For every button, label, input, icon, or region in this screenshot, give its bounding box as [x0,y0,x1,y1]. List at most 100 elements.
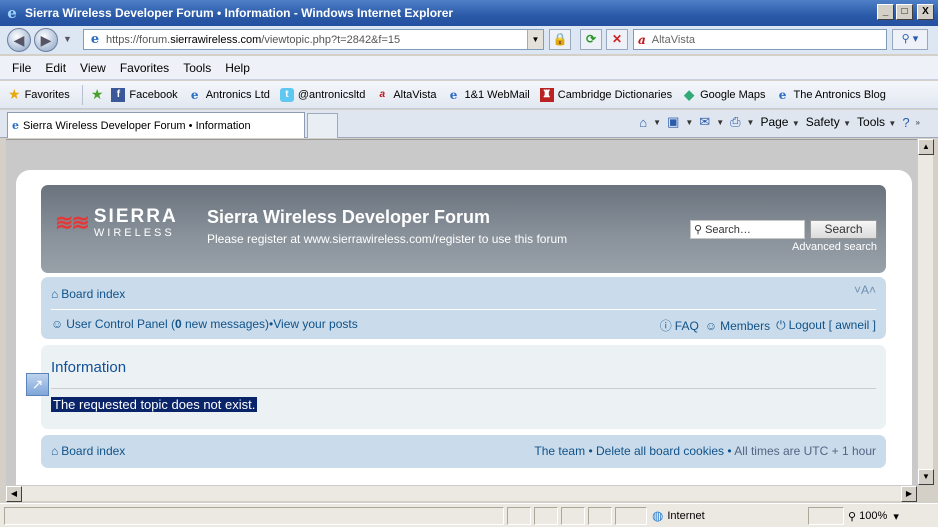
address-dropdown-button[interactable]: ▼ [527,30,543,49]
url-prefix: https://forum. [106,33,171,46]
feeds-dropdown[interactable]: ▼ [685,118,693,127]
safety-menu[interactable]: Safety ▼ [806,115,851,129]
close-button[interactable]: X [917,4,934,20]
view-your-posts-link[interactable]: View your posts [273,317,358,331]
new-tab-button[interactable] [307,113,338,138]
ie-page-icon: e [90,31,100,47]
faq-link[interactable]: ⓘ FAQ [660,317,699,334]
refresh-button[interactable]: ⟳ [580,29,602,50]
address-bar[interactable]: e https://forum.sierrawireless.com/viewt… [83,29,544,50]
menu-view[interactable]: View [80,61,106,75]
menu-help[interactable]: Help [225,61,250,75]
forward-button[interactable]: ▶ [34,28,58,52]
tools-menu[interactable]: Tools ▼ [857,115,896,129]
footer-board-index-link[interactable]: Board index [61,444,125,458]
tools-menu-label: Tools [857,115,886,129]
twitter-icon: t [279,87,294,102]
search-box[interactable]: a AltaVista [633,29,887,50]
vertical-scrollbar[interactable]: ▲ ▼ [917,139,934,485]
separator-bullet: • [724,444,735,458]
site-title: Sierra Wireless Developer Forum [207,207,490,227]
tab-label: Sierra Wireless Developer Forum • Inform… [23,119,251,132]
help-dropdown[interactable]: » [916,118,920,127]
home-dropdown[interactable]: ▼ [653,118,661,127]
menu-tools[interactable]: Tools [183,61,211,75]
back-button[interactable]: ◀ [7,28,31,52]
tab-active[interactable]: e Sierra Wireless Developer Forum • Info… [7,112,305,138]
arrow-left-icon: ◀ [13,32,25,48]
search-go-button[interactable]: ⚲ ▾ [892,29,928,50]
sierra-wireless-logo[interactable]: ≋≋ SIERRA WIRELESS [55,207,178,239]
status-panel [507,507,531,525]
mail-icon[interactable]: ✉ [699,114,710,130]
feeds-icon[interactable]: ▣ [667,114,679,130]
forum-search-input[interactable]: ⚲ Search… [690,220,805,239]
home-icon[interactable]: ⌂ [639,115,647,130]
menu-edit[interactable]: Edit [45,61,66,75]
favorite-label: Antronics Ltd [205,88,270,101]
lock-icon[interactable]: 🔒 [549,29,571,50]
menu-bar: File Edit View Favorites Tools Help [0,56,938,80]
zoom-control[interactable]: ⚲ 100% ▾ [848,507,899,525]
stop-button[interactable]: ✕ [606,29,628,50]
site-description: Please register at www.sierrawireless.co… [207,232,568,246]
delete-cookies-link[interactable]: Delete all board cookies [596,444,724,458]
menu-file[interactable]: File [12,61,31,75]
favorite-google-maps[interactable]: ◆ Google Maps [682,87,765,102]
horizontal-scrollbar[interactable]: ◀ ▶ [6,485,917,502]
page-viewport: ≋≋ SIERRA WIRELESS Sierra Wireless Devel… [6,139,917,485]
power-icon: ⏻ [776,318,786,332]
scroll-corner [917,485,933,501]
scroll-left-button[interactable]: ◀ [6,486,22,502]
forum-footer: ⌂ Board index The team • Delete all boar… [41,435,886,468]
font-size-control[interactable]: ˅A˄ [854,283,876,297]
ie-icon: e [7,4,17,22]
accelerator-icon[interactable]: ↗ [26,373,49,396]
home-icon: ⌂ [51,444,59,458]
security-zone[interactable]: ◍ Internet [652,507,705,525]
mail-dropdown[interactable]: ▼ [716,118,724,127]
font-size-label: A [860,283,869,297]
altavista-icon: a [379,88,386,100]
advanced-search-link[interactable]: Advanced search [792,241,877,253]
ucp-suffix: new messages) [181,317,270,331]
members-link[interactable]: ☺ Members [705,319,770,333]
user-control-panel-link[interactable]: User Control Panel (0 new messages) [66,317,269,331]
facebook-icon: f [111,87,126,102]
window-controls: _ □ X [877,4,934,20]
zoom-icon: ⚲ [848,510,860,523]
board-index-link[interactable]: Board index [61,287,125,301]
status-text-panel [4,507,504,525]
maximize-button[interactable]: □ [896,4,913,20]
forum-search-button[interactable]: Search [810,220,877,239]
print-dropdown[interactable]: ▼ [747,118,755,127]
favorite-antronics[interactable]: e Antronics Ltd [188,88,270,102]
url-path: /viewtopic.php?t=2842&f=15 [261,33,401,46]
logout-link[interactable]: ⏻ Logout [ awneil ] [776,318,876,333]
page-menu[interactable]: Page ▼ [760,115,799,129]
protected-mode-button[interactable] [808,507,844,525]
the-team-link[interactable]: The team [534,444,585,458]
menu-favorites[interactable]: Favorites [120,61,169,75]
address-url[interactable]: https://forum.sierrawireless.com/viewtop… [106,34,400,46]
panel-title: Information [51,359,127,376]
scroll-right-button[interactable]: ▶ [901,486,917,502]
favorites-button[interactable]: Favorites [25,89,70,101]
recent-pages-dropdown[interactable]: ▼ [63,34,72,44]
favorite-altavista[interactable]: a AltaVista [375,88,437,102]
scroll-down-button[interactable]: ▼ [918,469,934,485]
favorite-twitter[interactable]: t @antronicsltd [279,87,365,102]
print-icon[interactable]: ⎙ [730,114,740,130]
add-favorite-icon[interactable]: ★ [91,86,104,103]
favorite-label: 1&1 WebMail [464,88,530,101]
favorite-antronics-blog[interactable]: e The Antronics Blog [776,88,886,102]
new-messages-count: 0 [174,317,182,331]
members-icon: ☺ [704,318,718,333]
favorite-facebook[interactable]: f Facebook [111,87,178,102]
favorite-webmail[interactable]: e 1&1 WebMail [447,88,530,102]
help-icon[interactable]: ? [902,115,909,130]
scroll-up-button[interactable]: ▲ [918,139,934,155]
url-domain: sierrawireless.com [170,33,262,46]
favorite-cambridge[interactable]: ♜ Cambridge Dictionaries [539,87,672,102]
minimize-button[interactable]: _ [877,4,894,20]
